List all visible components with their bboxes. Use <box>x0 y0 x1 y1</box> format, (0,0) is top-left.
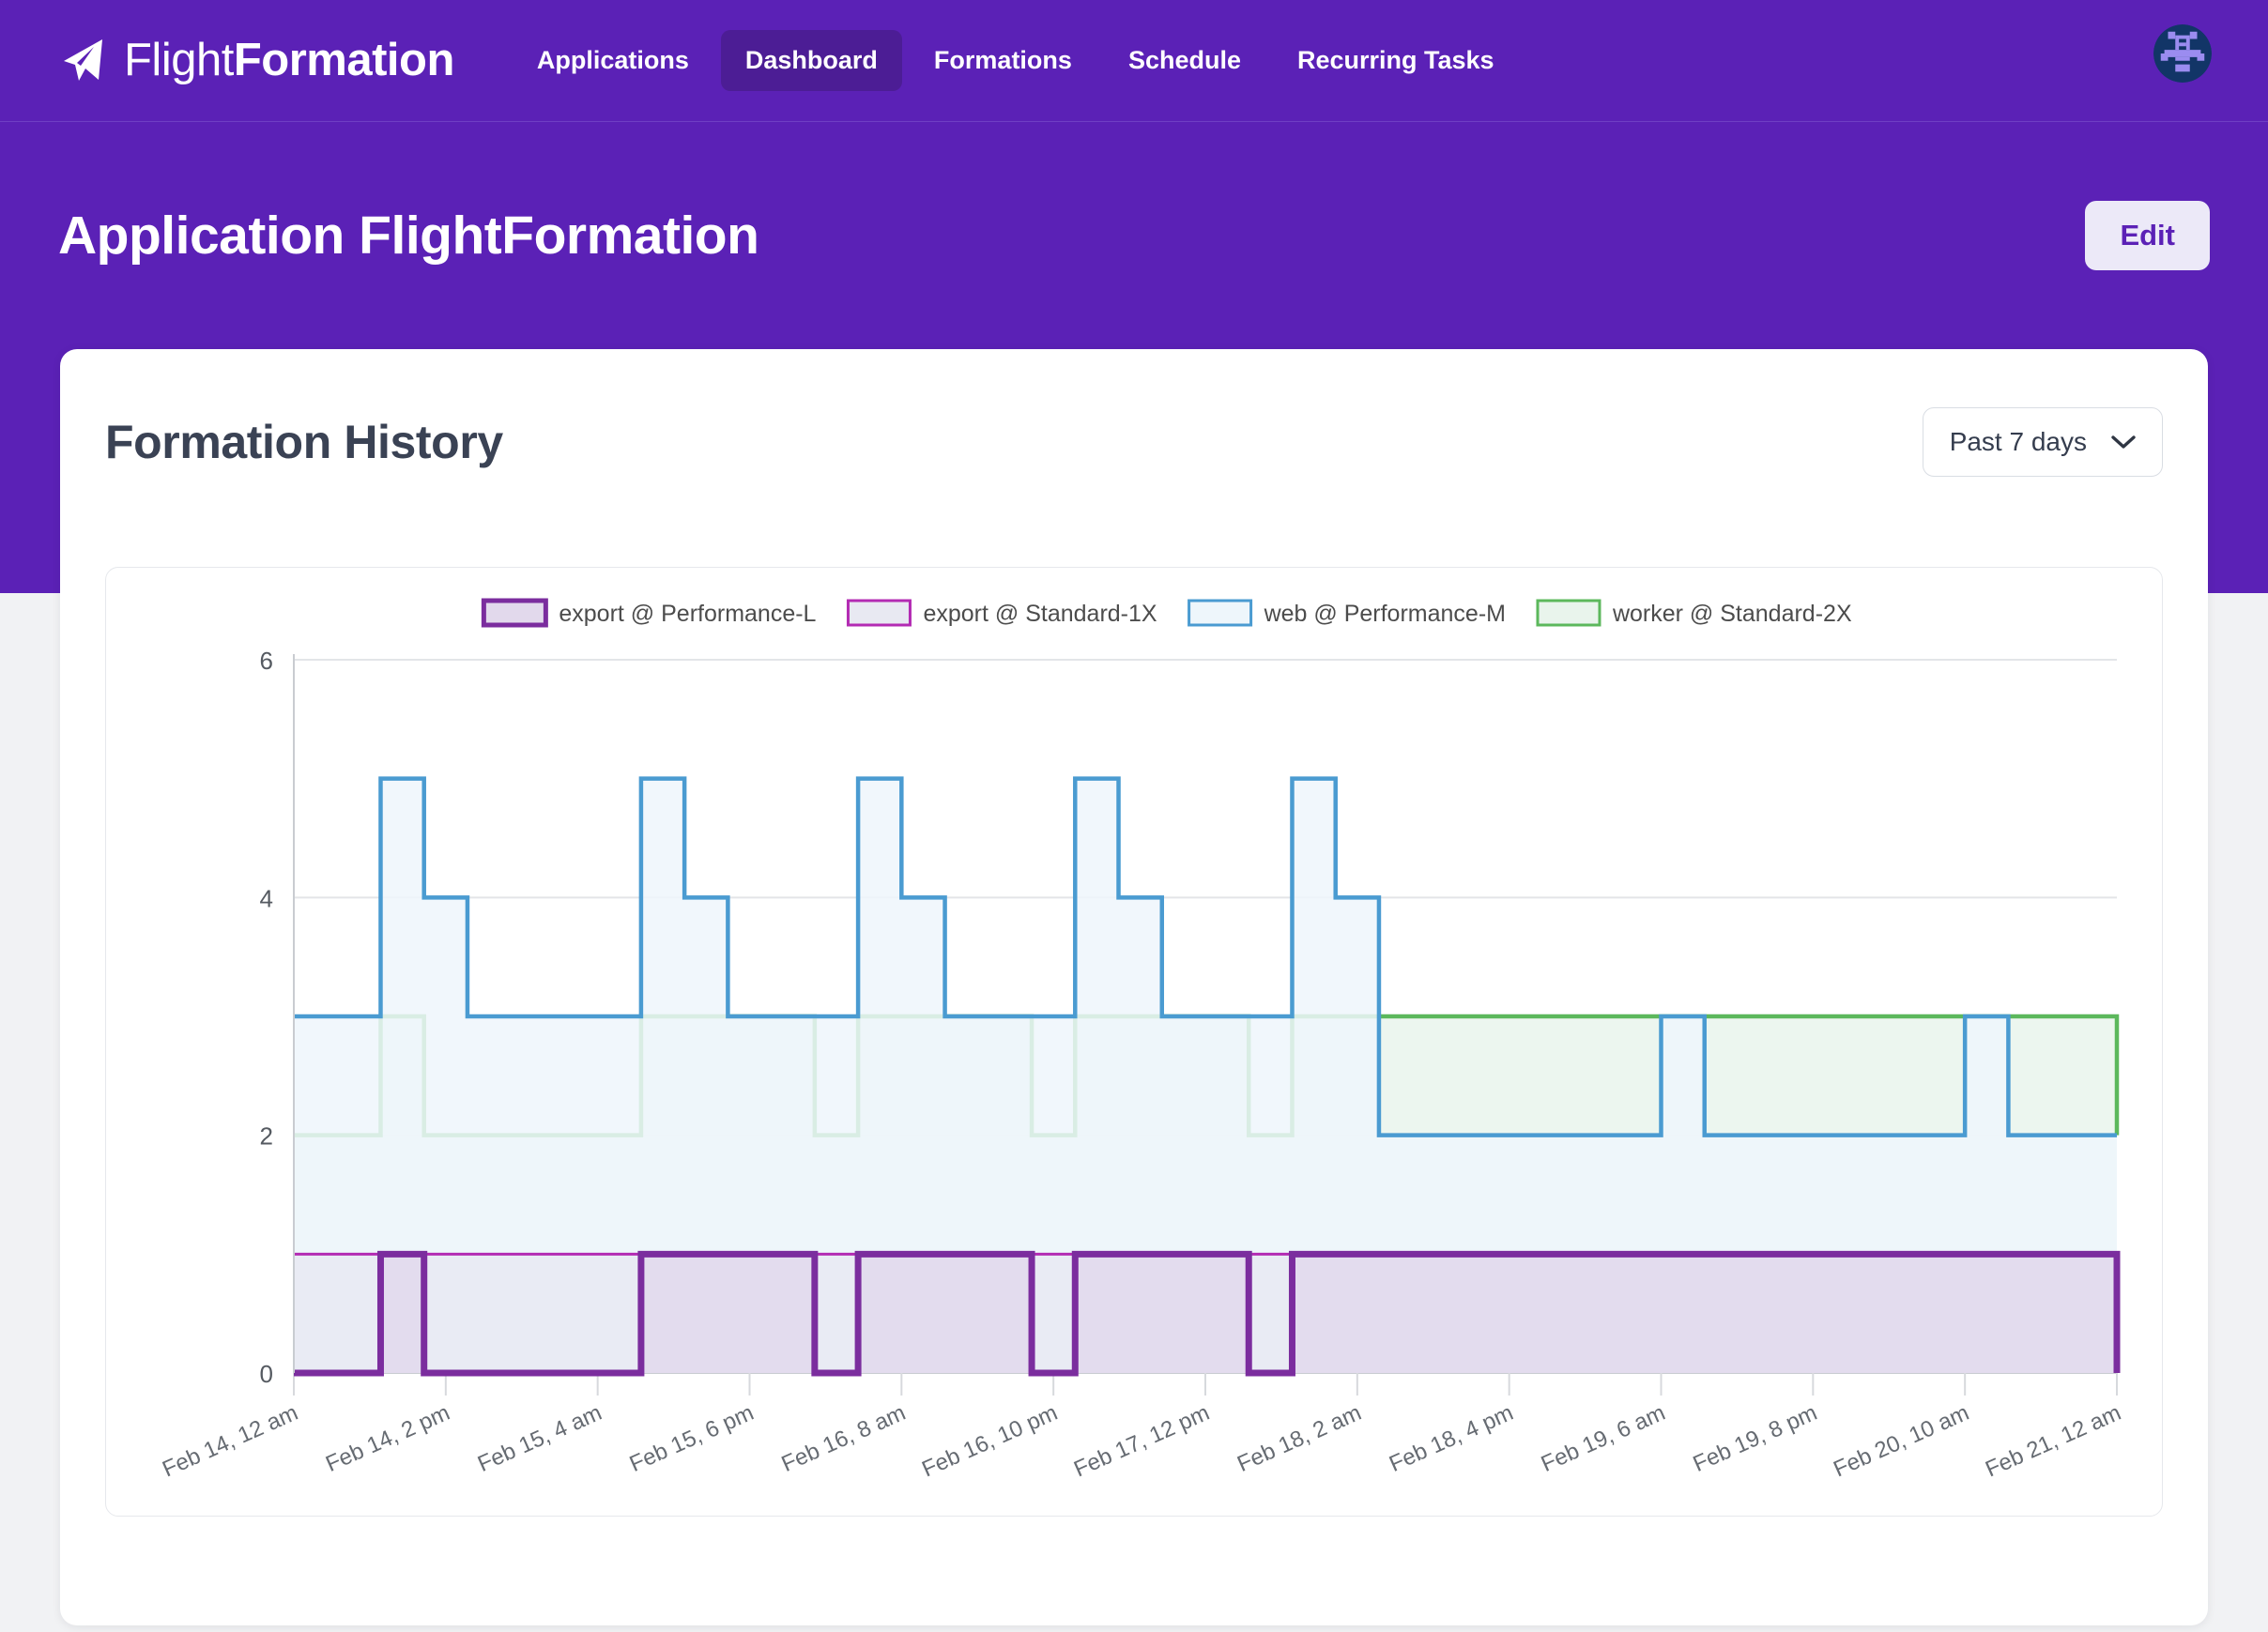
legend-label: export @ Standard-1X <box>923 601 1157 627</box>
y-axis-tick-label: 0 <box>260 1360 273 1388</box>
edit-button[interactable]: Edit <box>2085 201 2210 270</box>
brand-text: FlightFormation <box>124 38 454 84</box>
legend-swatch[interactable] <box>481 598 548 628</box>
y-axis-tick-label: 4 <box>260 884 273 912</box>
x-axis-tick-label: Feb 16, 8 am <box>778 1400 910 1477</box>
avatar-button[interactable] <box>2153 24 2212 83</box>
y-axis-tick-label: 2 <box>260 1122 273 1151</box>
time-range-select[interactable]: Past 7 days <box>1922 407 2163 477</box>
x-axis-tick-label: Feb 17, 12 pm <box>1070 1400 1213 1483</box>
x-axis-tick-label: Feb 15, 6 pm <box>626 1400 758 1477</box>
page-title: Application FlightFormation <box>58 206 759 266</box>
chart-legend: export @ Performance-L export @ Standard-… <box>481 598 1852 628</box>
x-axis-tick-label: Feb 20, 10 am <box>1830 1400 1972 1483</box>
chart-panel: export @ Performance-L export @ Standard-… <box>105 567 2163 1517</box>
card-header: Formation History Past 7 days <box>60 349 2208 477</box>
legend-swatch[interactable] <box>1536 599 1601 627</box>
x-axis-tick-label: Feb 18, 2 am <box>1234 1400 1365 1477</box>
top-navbar: FlightFormation Applications Dashboard F… <box>0 0 2268 122</box>
x-axis-tick-label: Feb 18, 4 pm <box>1386 1400 1517 1477</box>
nav-item-formations[interactable]: Formations <box>910 30 1096 91</box>
page-header: Application FlightFormation Edit <box>0 122 2268 349</box>
nav-item-dashboard[interactable]: Dashboard <box>720 30 902 91</box>
nav-item-list: Applications Dashboard Formations Schedu… <box>513 30 1519 91</box>
paper-plane-icon <box>64 38 102 81</box>
legend-swatch[interactable] <box>1188 599 1253 627</box>
nav-item-applications[interactable]: Applications <box>513 30 713 91</box>
nav-item-schedule[interactable]: Schedule <box>1104 30 1265 91</box>
x-axis-tick-label: Feb 14, 12 am <box>159 1400 301 1483</box>
formation-history-card: Formation History Past 7 days export @ P… <box>60 349 2208 1625</box>
chevron-down-icon <box>2111 435 2136 449</box>
legend-swatch[interactable] <box>846 599 912 627</box>
formation-history-chart[interactable]: export @ Performance-L export @ Standard-… <box>106 568 2162 1516</box>
brand-bold: Formation <box>233 35 455 85</box>
x-axis-tick-label: Feb 15, 4 am <box>474 1400 605 1477</box>
legend-label: export @ Performance-L <box>559 601 816 627</box>
user-identicon-avatar <box>2153 24 2212 83</box>
nav-item-recurring-tasks[interactable]: Recurring Tasks <box>1273 30 1519 91</box>
legend-label: web @ Performance-M <box>1264 601 1506 627</box>
x-axis-tick-label: Feb 16, 10 pm <box>918 1400 1061 1483</box>
x-axis: Feb 14, 12 am Feb 14, 2 pm Feb 15, 4 am Feb… <box>159 1373 2124 1482</box>
x-axis-tick-label: Feb 19, 6 am <box>1538 1400 1669 1477</box>
y-axis-tick-label: 6 <box>260 647 273 675</box>
time-range-value: Past 7 days <box>1949 427 2087 456</box>
x-axis-tick-label: Feb 19, 8 pm <box>1690 1400 1821 1477</box>
x-axis-tick-label: Feb 14, 2 pm <box>322 1400 453 1477</box>
brand-logo-group[interactable]: FlightFormation <box>58 37 454 85</box>
card-title: Formation History <box>105 416 503 468</box>
brand-thin: Flight <box>124 35 234 85</box>
legend-label: worker @ Standard-2X <box>1612 601 1852 627</box>
x-axis-tick-label: Feb 21, 12 am <box>1982 1400 2124 1483</box>
